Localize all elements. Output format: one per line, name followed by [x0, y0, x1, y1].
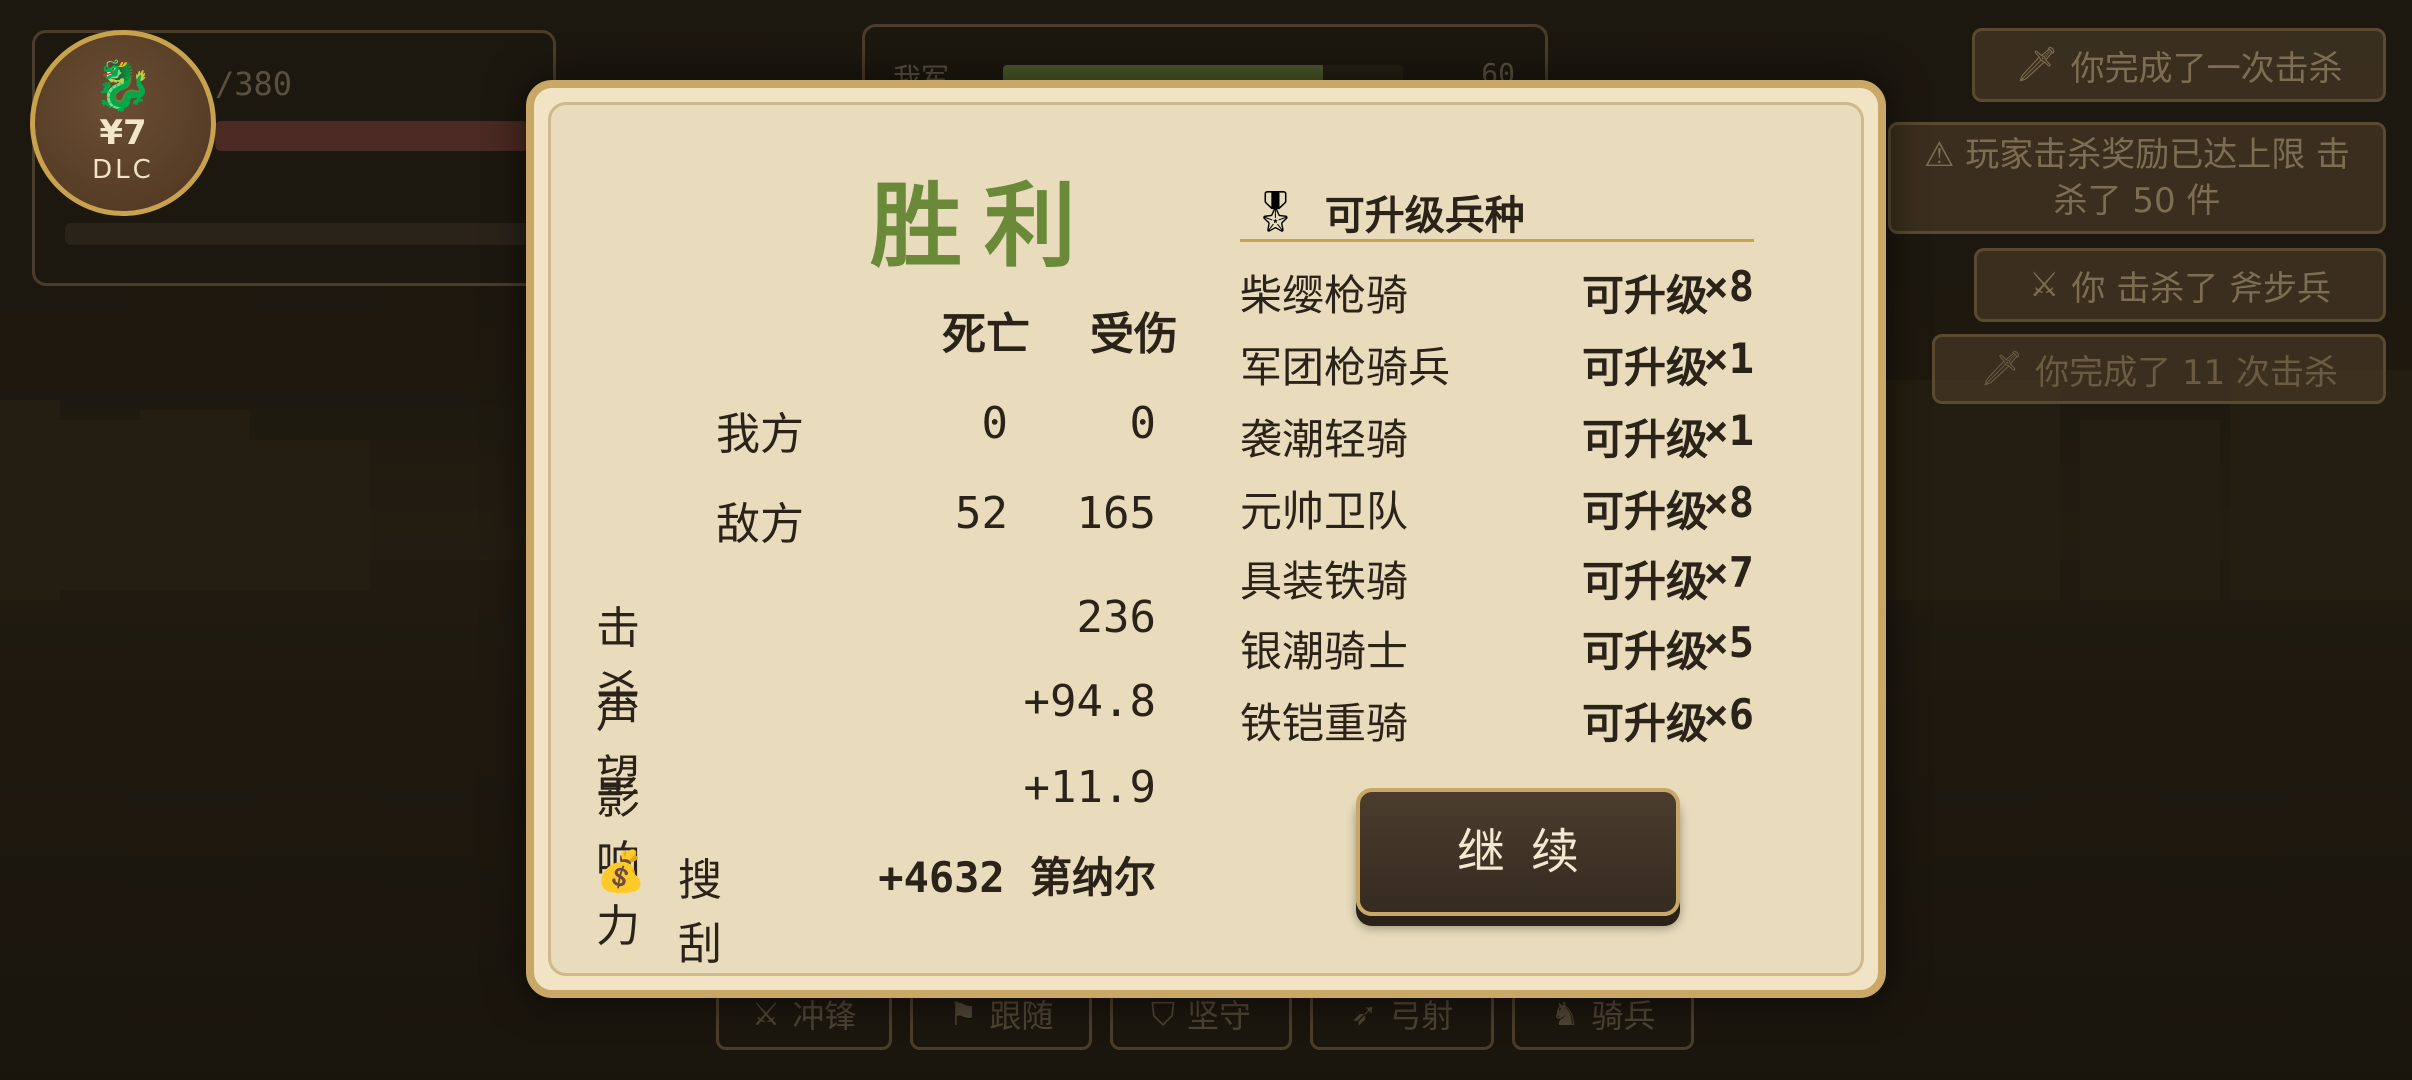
unit-count: ×8 [1703, 478, 1754, 527]
unit-upgrade-status: 可升级 [1581, 271, 1708, 320]
bow-icon: ➶ [1350, 995, 1378, 1033]
unit-upgrade-status: 可升级 [1581, 627, 1708, 676]
enemy-death: 52 [955, 488, 1008, 539]
flag-icon: ⚑ [948, 995, 978, 1033]
header-wound: 受伤 [1090, 309, 1178, 360]
health-bar [215, 121, 545, 151]
unit-count: ×1 [1703, 406, 1754, 455]
unit-row: 银潮骑士 可升级 ×5 [1240, 618, 1754, 678]
notification-text: 你完成了一次击杀 [2070, 48, 2343, 89]
influence-value: +11.9 [1023, 762, 1156, 813]
dragon-icon: 🐉 [93, 58, 153, 114]
dlc-label: DLC [92, 155, 154, 185]
loot-value: +4632 第纳尔 [878, 853, 1156, 902]
stamina-bar [65, 223, 545, 245]
fame-value: +94.8 [1023, 676, 1156, 727]
crossed-swords-icon: ⚔ [2028, 265, 2060, 305]
horse-icon: ♞ [1550, 995, 1580, 1033]
unit-count: ×8 [1703, 262, 1754, 311]
unit-upgrade-status: 可升级 [1581, 487, 1708, 536]
unit-name: 银潮骑士 [1240, 627, 1409, 676]
unit-upgrade-status: 可升级 [1581, 699, 1708, 748]
unit-name: 元帅卫队 [1240, 487, 1409, 536]
shield-icon: ⛉ [1150, 994, 1175, 1033]
unit-row: 柴缨枪骑 可升级 ×8 [1240, 262, 1754, 322]
loot-label: 搜刮 [678, 855, 722, 970]
unit-name: 具装铁骑 [1240, 557, 1409, 606]
battle-result-dialog: 胜利 死亡 受伤 我方 0 0 敌方 52 165 击杀 236 声望 +94.… [526, 80, 1886, 998]
enemy-wound: 165 [1076, 488, 1156, 539]
dlc-price: ¥7 [99, 113, 147, 153]
dlc-badge[interactable]: 🐉 ¥7 DLC [30, 30, 216, 216]
upgradable-units-header: 🎖 可升级兵种 [1240, 184, 1754, 242]
unit-upgrade-status: 可升级 [1581, 415, 1708, 464]
unit-count: ×5 [1703, 618, 1754, 667]
notification-text: ⚠ 玩家击杀奖励已达上限 击杀了 50 件 [1923, 135, 2351, 221]
unit-count: ×6 [1703, 690, 1754, 739]
notification: 🗡 你完成了一次击杀 [1972, 28, 2386, 102]
unit-row: 军团枪骑兵 可升级 ×1 [1240, 334, 1754, 394]
notification: 🗡 你完成了 11 次击杀 [1932, 334, 2386, 404]
sword-icon: 🗡 [2015, 45, 2059, 85]
victory-title: 胜利 [869, 172, 1098, 280]
unit-name: 柴缨枪骑 [1240, 271, 1409, 320]
unit-upgrade-status: 可升级 [1581, 343, 1708, 392]
ally-death: 0 [981, 398, 1009, 449]
unit-row: 铁铠重骑 可升级 ×6 [1240, 690, 1754, 750]
money-bag-icon: 💰 [596, 849, 646, 895]
unit-upgrade-status: 可升级 [1581, 557, 1708, 606]
kills-value: 236 [1076, 592, 1156, 643]
unit-name: 铁铠重骑 [1240, 699, 1409, 748]
unit-row: 袭潮轻骑 可升级 ×1 [1240, 406, 1754, 466]
unit-count: ×1 [1703, 334, 1754, 383]
unit-row: 元帅卫队 可升级 ×8 [1240, 478, 1754, 538]
ally-wound: 0 [1129, 398, 1157, 449]
continue-button[interactable]: 继续 [1356, 788, 1680, 916]
unit-name: 袭潮轻骑 [1240, 415, 1409, 464]
crossed-swords-icon: ⚔ [751, 995, 781, 1033]
unit-row: 具装铁骑 可升级 ×7 [1240, 548, 1754, 608]
header-death: 死亡 [942, 309, 1030, 360]
troop-count: /380 [215, 65, 293, 103]
medal-icon: 🎖 [1250, 189, 1301, 235]
upgradable-units-title: 可升级兵种 [1324, 192, 1525, 239]
sword-icon: 🗡 [1979, 349, 2024, 389]
unit-count: ×7 [1703, 548, 1754, 597]
notification-text: 你 击杀了 斧步兵 [2071, 268, 2332, 309]
notification-text: 你完成了 11 次击杀 [2035, 352, 2339, 393]
unit-name: 军团枪骑兵 [1240, 343, 1451, 392]
notification: ⚠ 玩家击杀奖励已达上限 击杀了 50 件 [1888, 122, 2386, 234]
notification: ⚔ 你 击杀了 斧步兵 [1974, 248, 2386, 322]
